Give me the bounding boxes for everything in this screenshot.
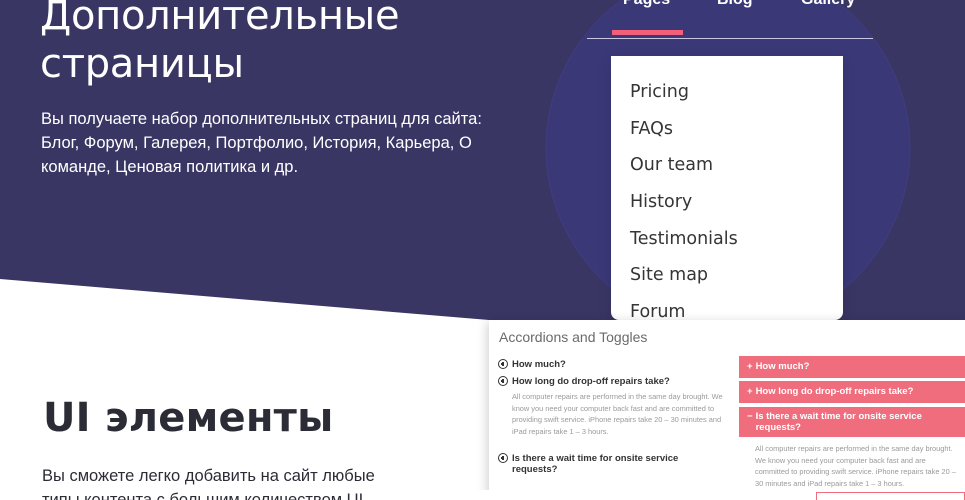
accordion-question: How much?	[512, 359, 566, 370]
accordion-item[interactable]: How much?	[498, 359, 712, 371]
toggle-answer: All computer repairs are performed in th…	[755, 444, 956, 488]
toggle-item[interactable]: + How long do drop-off repairs take?	[739, 381, 965, 403]
plus-icon: +	[747, 386, 753, 397]
toggle-label: How much?	[755, 361, 810, 372]
ui-section-title: UI элементы	[43, 395, 334, 441]
plus-circle-icon	[498, 453, 508, 463]
pages-dropdown-menu: Pricing FAQs Our team History Testimonia…	[611, 56, 843, 320]
toggle-item-open[interactable]: − Is there a wait time for onsite service…	[739, 407, 965, 437]
accordions-card-title: Accordions and Toggles	[499, 329, 648, 345]
plus-circle-icon	[498, 359, 508, 369]
menu-item-faqs[interactable]: FAQs	[611, 111, 843, 148]
page-title: Дополнительные страницы	[40, 0, 400, 87]
nav-divider	[587, 38, 873, 39]
hero-description: Вы получаете набор дополнительных страни…	[41, 110, 482, 176]
next-toggle-fragment	[816, 492, 965, 500]
card-shadow-fragment	[476, 490, 489, 500]
active-nav-indicator	[612, 30, 683, 35]
accordion-item[interactable]: How long do drop-off repairs take?	[498, 376, 712, 388]
accordion-answer: All computer repairs are performed in th…	[512, 392, 723, 436]
menu-item-history[interactable]: History	[611, 184, 843, 221]
accordions-preview-card: Accordions and Toggles How much? How lon…	[489, 320, 965, 500]
accordion-question: How long do drop-off repairs take?	[512, 376, 670, 387]
nav-item-pages[interactable]: Pages	[623, 0, 670, 12]
nav-item-gallery[interactable]: Gallery	[801, 0, 861, 12]
menu-item-our-team[interactable]: Our team	[611, 147, 843, 184]
ui-section-description: Вы сможете легко добавить на сайт любые …	[42, 467, 375, 500]
menu-item-pricing[interactable]: Pricing	[611, 74, 843, 111]
plus-icon: +	[747, 361, 753, 372]
minus-icon: −	[747, 411, 753, 422]
accordion-item[interactable]: Is there a wait time for onsite service …	[498, 453, 712, 475]
minus-circle-icon	[498, 376, 508, 386]
top-navigation: Pages Blog Gallery	[587, 0, 873, 40]
menu-item-site-map[interactable]: Site map	[611, 257, 843, 294]
menu-item-testimonials[interactable]: Testimonials	[611, 221, 843, 258]
nav-item-blog[interactable]: Blog	[717, 0, 753, 12]
toggle-item[interactable]: + How much?	[739, 356, 965, 378]
toggle-label: Is there a wait time for onsite service …	[755, 411, 922, 433]
menu-item-forum[interactable]: Forum	[611, 294, 843, 320]
accordion-question: Is there a wait time for onsite service …	[512, 453, 679, 475]
toggle-label: How long do drop-off repairs take?	[755, 386, 914, 397]
